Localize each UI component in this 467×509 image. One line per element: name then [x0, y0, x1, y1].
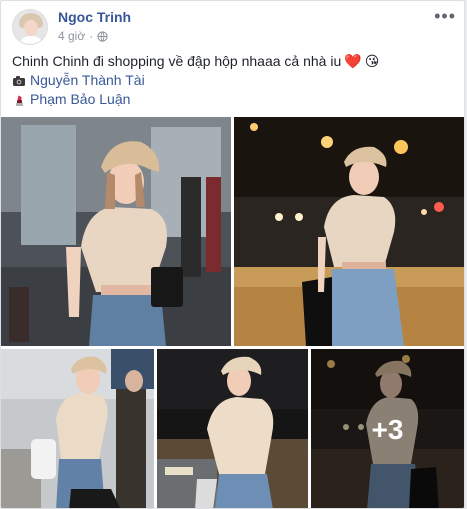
post-photo[interactable] [234, 117, 464, 346]
post-photo[interactable] [1, 349, 154, 508]
post-header: Ngoc Trinh 4 giờ · ••• [12, 7, 456, 45]
caption-text: Chinh Chinh đi shopping về đập hộp nhaaa… [12, 53, 342, 69]
post-text: Chinh Chinh đi shopping về đập hộp nhaaa… [12, 52, 456, 109]
more-photos-overlay[interactable]: +3 [311, 349, 464, 508]
globe-icon[interactable] [97, 31, 108, 42]
credit-line: Phạm Bảo Luận [12, 90, 456, 109]
lipstick-icon [16, 95, 23, 106]
post-photo[interactable] [1, 117, 231, 346]
camera-icon [13, 75, 25, 86]
photo-grid: +3 [1, 117, 464, 508]
feed-post: Ngoc Trinh 4 giờ · ••• Chinh Chinh đi sh… [0, 0, 465, 509]
caption-line: Chinh Chinh đi shopping về đập hộp nhaaa… [12, 52, 456, 71]
credit-makeup[interactable]: Phạm Bảo Luận [30, 90, 130, 109]
kiss-emoji: 😘 [364, 53, 380, 69]
post-photo[interactable] [157, 349, 308, 508]
author-avatar[interactable] [12, 9, 48, 45]
credit-line: Nguyễn Thành Tài [12, 71, 456, 90]
post-meta: 4 giờ · [58, 29, 108, 44]
credit-photographer[interactable]: Nguyễn Thành Tài [30, 71, 145, 90]
heart-emoji: ❤️ [344, 53, 362, 69]
post-photo[interactable]: +3 [311, 349, 464, 508]
author-name[interactable]: Ngoc Trinh [58, 9, 131, 26]
more-options-button[interactable]: ••• [434, 7, 456, 25]
post-time[interactable]: 4 giờ [58, 29, 85, 44]
meta-separator: · [89, 29, 94, 43]
